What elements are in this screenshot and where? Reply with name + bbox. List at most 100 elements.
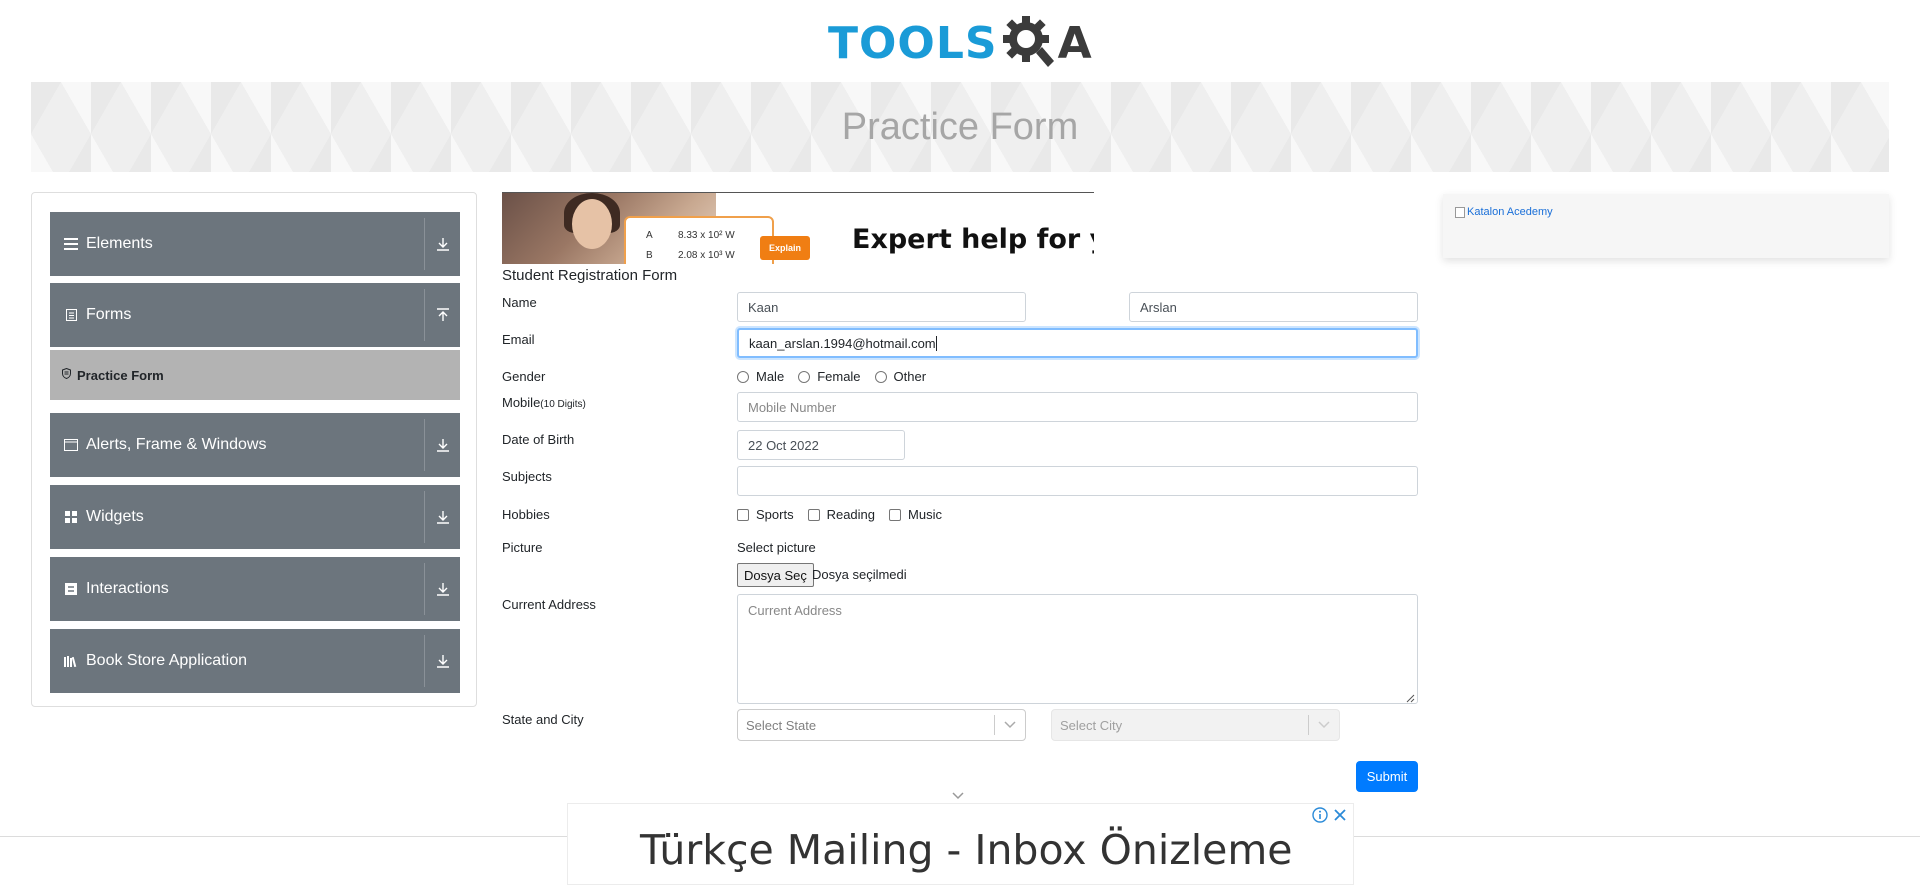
radio-circle[interactable] — [737, 370, 749, 383]
hobby-music-checkbox[interactable]: Music — [889, 507, 942, 522]
sidebar: Elements Forms Practice Form Alerts, Fra… — [31, 192, 477, 707]
gender-other-radio[interactable]: Other — [874, 369, 927, 384]
hobbies-label: Hobbies — [502, 507, 550, 522]
checkbox-box[interactable] — [889, 508, 902, 521]
checkbox-box[interactable] — [807, 508, 820, 521]
select-picture-label: Select picture — [737, 540, 816, 555]
interaction-icon — [64, 582, 78, 596]
radio-circle[interactable] — [874, 370, 887, 383]
page-title: Practice Form — [841, 105, 1079, 148]
ad-explain-button[interactable]: Explain — [760, 236, 810, 260]
sidebar-group-interactions[interactable]: Interactions — [50, 557, 460, 621]
ad-option-a-value: 8.33 x 10² W — [678, 230, 735, 241]
sidebar-group-label: Interactions — [86, 580, 169, 597]
dob-input[interactable]: 22 Oct 2022 — [737, 430, 905, 460]
chevron-down-icon[interactable] — [1309, 721, 1339, 729]
address-placeholder: Current Address — [748, 603, 842, 618]
sidebar-group-alerts[interactable]: Alerts, Frame & Windows — [50, 413, 460, 477]
mobile-label-hint: (10 Digits) — [540, 399, 586, 410]
subjects-label: Subjects — [502, 469, 552, 484]
gender-male-radio[interactable]: Male — [737, 369, 784, 384]
sidebar-group-book-store[interactable]: Book Store Application — [50, 629, 460, 693]
resize-handle-icon[interactable] — [1405, 691, 1415, 703]
picture-label: Picture — [502, 540, 543, 555]
submit-button[interactable]: Submit — [1356, 761, 1418, 792]
hobby-sports-checkbox[interactable]: Sports — [737, 507, 794, 522]
city-select[interactable]: Select City — [1051, 709, 1340, 741]
radio-label: Other — [893, 369, 927, 384]
email-input[interactable]: kaan_arslan.1994@hotmail.com — [737, 328, 1418, 358]
sidebar-group-label: Book Store Application — [86, 652, 247, 669]
ad-banner-top[interactable]: A 8.33 x 10² W B 2.08 x 10³ W Explain Ex… — [502, 192, 1094, 264]
broken-image-link[interactable]: Katalon Acedemy — [1455, 206, 1553, 218]
last-name-input[interactable]: Arslan — [1129, 292, 1418, 322]
sidebar-group-forms[interactable]: Forms — [50, 283, 460, 347]
download-arrow-icon — [425, 654, 460, 668]
page-banner: Practice Form — [31, 82, 1889, 172]
mobile-input[interactable]: Mobile Number — [737, 392, 1418, 422]
window-icon — [64, 438, 78, 452]
ad-sidebar-right[interactable]: Katalon Acedemy — [1443, 194, 1889, 258]
radio-label: Male — [756, 369, 785, 384]
sidebar-group-label: Widgets — [86, 508, 144, 525]
logo-text-tools: TOOLS — [828, 17, 998, 69]
gender-radio-group: Male Female Other — [737, 369, 940, 384]
ad-option-a: A — [646, 230, 653, 241]
radio-circle[interactable] — [798, 370, 811, 383]
grid-icon — [64, 510, 78, 524]
email-label: Email — [502, 332, 535, 347]
bottom-ad-text: Türkçe Mailing - Inbox Önizleme — [640, 826, 1293, 874]
gender-female-radio[interactable]: Female — [798, 369, 861, 384]
ad-photo-face — [572, 199, 612, 249]
download-arrow-icon — [425, 510, 460, 524]
checkbox-label: Sports — [756, 507, 794, 522]
download-arrow-icon — [425, 237, 460, 251]
hobbies-checkbox-group: Sports Reading Music — [737, 507, 956, 522]
checkbox-label: Reading — [826, 507, 876, 522]
hamburger-icon — [64, 237, 78, 251]
sidebar-group-elements[interactable]: Elements — [50, 212, 460, 276]
upload-arrow-icon — [425, 308, 460, 322]
ad-option-b: B — [646, 250, 653, 261]
document-icon — [64, 308, 78, 322]
ad-headline: Expert help for you — [852, 224, 1094, 255]
checkbox-box[interactable] — [737, 508, 749, 521]
ad-answer-card: A 8.33 x 10² W B 2.08 x 10³ W — [624, 216, 774, 264]
first-name-input[interactable]: Kaan — [737, 292, 1026, 322]
sidebar-group-label: Elements — [86, 235, 153, 252]
gender-label: Gender — [502, 369, 546, 384]
state-city-label: State and City — [502, 712, 584, 727]
form-title: Student Registration Form — [502, 267, 678, 284]
ad-alt-text: Katalon Acedemy — [1467, 206, 1553, 218]
radio-label: Female — [817, 369, 861, 384]
current-address-textarea[interactable]: Current Address — [737, 594, 1418, 704]
checkbox-label: Music — [908, 507, 942, 522]
shield-icon — [62, 367, 71, 382]
download-arrow-icon — [425, 438, 460, 452]
ad-info-icon[interactable] — [1311, 806, 1329, 824]
ad-close-icon[interactable] — [1331, 806, 1349, 824]
choose-file-button[interactable]: Dosya Seç — [737, 563, 814, 587]
subjects-input[interactable] — [737, 466, 1418, 496]
address-label: Current Address — [502, 597, 596, 612]
sidebar-group-widgets[interactable]: Widgets — [50, 485, 460, 549]
books-icon — [64, 654, 78, 668]
hobby-reading-checkbox[interactable]: Reading — [807, 507, 876, 522]
dob-label: Date of Birth — [502, 432, 575, 447]
sidebar-item-practice-form[interactable]: Practice Form — [50, 350, 460, 400]
state-select[interactable]: Select State — [737, 709, 1026, 741]
state-placeholder: Select State — [746, 717, 817, 733]
logo-text-a: A — [1057, 17, 1092, 69]
sidebar-group-label: Forms — [86, 306, 132, 323]
sidebar-group-label: Alerts, Frame & Windows — [86, 436, 267, 453]
ad-controls — [1311, 806, 1349, 824]
ad-option-b-value: 2.08 x 10³ W — [678, 250, 735, 261]
broken-image-icon — [1455, 206, 1465, 218]
toolsqa-logo[interactable]: TOOLS A — [828, 12, 1096, 74]
download-arrow-icon — [425, 582, 460, 596]
file-status-text: Dosya seçilmedi — [812, 567, 907, 582]
chevron-down-icon[interactable] — [995, 721, 1025, 729]
ad-banner-bottom[interactable]: Türkçe Mailing - Inbox Önizleme — [567, 803, 1354, 885]
gear-magnifier-icon — [1000, 13, 1056, 74]
email-value: kaan_arslan.1994@hotmail.com — [749, 335, 936, 351]
